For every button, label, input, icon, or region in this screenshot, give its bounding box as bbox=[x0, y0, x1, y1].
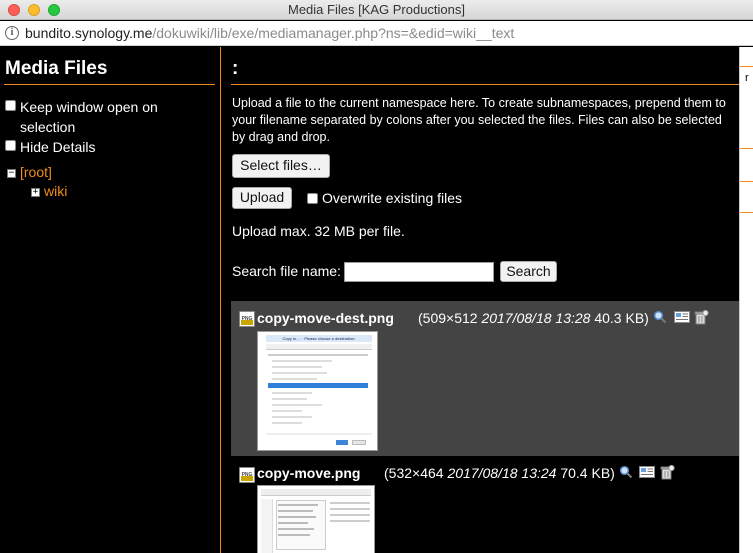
collapse-root-icon[interactable]: − bbox=[7, 169, 16, 178]
magnifier-icon[interactable] bbox=[653, 310, 667, 324]
select-files-button[interactable]: Select files… bbox=[232, 154, 330, 178]
upload-instructions: Upload a file to the current namespace h… bbox=[232, 96, 726, 144]
thumb-toolbar bbox=[261, 489, 371, 496]
hide-details-label[interactable]: Hide Details bbox=[20, 137, 95, 157]
search-input[interactable] bbox=[344, 262, 494, 282]
file-thumbnail[interactable]: Copy to ... · Please choose a destinatio… bbox=[257, 331, 378, 451]
hide-details-checkbox[interactable] bbox=[5, 140, 16, 151]
keep-window-open-checkbox[interactable] bbox=[5, 100, 16, 111]
file-name-link[interactable]: copy-move.png bbox=[257, 465, 360, 481]
overwrite-checkbox[interactable] bbox=[307, 193, 318, 204]
file-meta: (509×512 2017/08/18 13:28 40.3 KB) bbox=[418, 310, 649, 326]
sidebar-divider bbox=[4, 84, 215, 85]
address-bar[interactable]: i bundito.synology.me/dokuwiki/lib/exe/m… bbox=[0, 21, 753, 46]
thumb-caption: Copy to ... · Please choose a destinatio… bbox=[266, 335, 372, 342]
file-thumbnail[interactable] bbox=[257, 485, 375, 553]
file-name-link[interactable]: copy-move-dest.png bbox=[257, 310, 394, 326]
png-file-icon: PNG bbox=[239, 467, 255, 483]
tree-item-wiki[interactable]: wiki bbox=[44, 183, 67, 199]
png-file-icon: PNG bbox=[239, 311, 255, 327]
media-main-panel: : Upload a file to the current namespace… bbox=[222, 47, 739, 553]
thumb-toolbar bbox=[266, 344, 372, 350]
strip-fragment: r bbox=[745, 72, 749, 84]
overwrite-label[interactable]: Overwrite existing files bbox=[322, 190, 462, 206]
upload-button[interactable]: Upload bbox=[232, 187, 292, 209]
file-row-copy-move: PNG copy-move.png (532×464 2017/08/18 13… bbox=[231, 459, 739, 553]
file-meta: (532×464 2017/08/18 13:24 70.4 KB) bbox=[384, 465, 615, 481]
window-titlebar: Media Files [KAG Productions] bbox=[0, 0, 753, 20]
sidebar-title: Media Files bbox=[5, 58, 108, 79]
media-sidebar: Media Files Keep window open on selectio… bbox=[0, 47, 221, 553]
upload-limit-text: Upload max. 32 MB per file. bbox=[232, 223, 405, 239]
delete-icon[interactable] bbox=[659, 464, 675, 480]
namespace-title: : bbox=[232, 58, 239, 79]
insert-link-icon[interactable] bbox=[639, 465, 655, 479]
info-icon[interactable]: i bbox=[5, 26, 19, 40]
tree-item-root[interactable]: [root] bbox=[20, 164, 52, 180]
insert-link-icon[interactable] bbox=[674, 310, 690, 324]
search-button[interactable]: Search bbox=[500, 261, 557, 282]
main-divider bbox=[231, 84, 739, 85]
url-text[interactable]: bundito.synology.me/dokuwiki/lib/exe/med… bbox=[25, 25, 514, 41]
keep-window-open-label[interactable]: Keep window open on selection bbox=[20, 97, 210, 137]
file-row-copy-move-dest: PNG copy-move-dest.png (509×512 2017/08/… bbox=[231, 301, 739, 456]
window-title: Media Files [KAG Productions] bbox=[287, 2, 466, 17]
search-label: Search file name: bbox=[232, 263, 341, 279]
delete-icon[interactable] bbox=[693, 309, 709, 325]
background-page-strip: r bbox=[739, 47, 753, 553]
expand-wiki-icon[interactable]: + bbox=[31, 188, 40, 197]
magnifier-icon[interactable] bbox=[619, 465, 633, 479]
